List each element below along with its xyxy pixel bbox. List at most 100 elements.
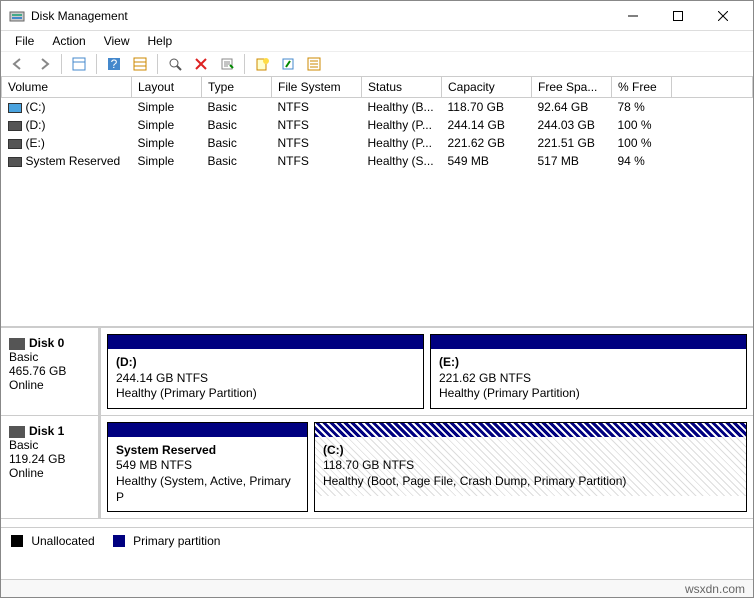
col-layout[interactable]: Layout bbox=[132, 77, 202, 98]
cell-volume: (E:) bbox=[26, 136, 45, 150]
new-button[interactable] bbox=[251, 53, 273, 75]
partition-label: (E:) bbox=[439, 355, 738, 371]
partition[interactable]: (E:)221.62 GB NTFSHealthy (Primary Parti… bbox=[430, 334, 747, 409]
partition-sub: 549 MB NTFS bbox=[116, 458, 299, 474]
drive-icon bbox=[8, 121, 22, 131]
cell-volume: (D:) bbox=[26, 118, 46, 132]
cell-free: 221.51 GB bbox=[532, 134, 612, 152]
forward-button[interactable] bbox=[33, 53, 55, 75]
wizard-button[interactable] bbox=[277, 53, 299, 75]
minimize-button[interactable] bbox=[610, 2, 655, 30]
menu-help[interactable]: Help bbox=[140, 32, 181, 50]
cell-status: Healthy (B... bbox=[362, 98, 442, 117]
partition[interactable]: System Reserved549 MB NTFSHealthy (Syste… bbox=[107, 422, 308, 512]
help-button[interactable]: ? bbox=[103, 53, 125, 75]
partition-desc: Healthy (Primary Partition) bbox=[439, 386, 738, 402]
cell-fs: NTFS bbox=[272, 134, 362, 152]
cell-pct: 94 % bbox=[612, 152, 672, 170]
disk-icon bbox=[9, 338, 25, 350]
cell-type: Basic bbox=[202, 98, 272, 117]
partition-sub: 221.62 GB NTFS bbox=[439, 371, 738, 387]
menu-view[interactable]: View bbox=[96, 32, 138, 50]
drive-icon bbox=[8, 139, 22, 149]
rescan-button[interactable] bbox=[164, 53, 186, 75]
volume-list[interactable]: Volume Layout Type File System Status Ca… bbox=[1, 77, 753, 327]
col-status[interactable]: Status bbox=[362, 77, 442, 98]
disk-size: 119.24 GB bbox=[9, 452, 90, 466]
table-row[interactable]: (E:)SimpleBasicNTFSHealthy (P...221.62 G… bbox=[2, 134, 753, 152]
status-bar: wsxdn.com bbox=[1, 579, 753, 597]
cell-fs: NTFS bbox=[272, 98, 362, 117]
partition[interactable]: (D:)244.14 GB NTFSHealthy (Primary Parti… bbox=[107, 334, 424, 409]
legend-unallocated: Unallocated bbox=[11, 534, 95, 548]
partition-label: (C:) bbox=[323, 443, 738, 459]
status-text: wsxdn.com bbox=[685, 582, 745, 596]
partition-cap bbox=[108, 335, 423, 349]
back-button[interactable] bbox=[7, 53, 29, 75]
cell-volume: (C:) bbox=[26, 100, 46, 114]
cell-pct: 100 % bbox=[612, 134, 672, 152]
disk-header[interactable]: Disk 1Basic119.24 GBOnline bbox=[1, 416, 101, 518]
cell-pct: 100 % bbox=[612, 116, 672, 134]
drive-icon bbox=[8, 103, 22, 113]
col-volume[interactable]: Volume bbox=[2, 77, 132, 98]
table-row[interactable]: (C:) SimpleBasicNTFSHealthy (B...118.70 G… bbox=[2, 98, 753, 117]
menu-action[interactable]: Action bbox=[44, 32, 93, 50]
delete-button[interactable] bbox=[190, 53, 212, 75]
partition-label: (D:) bbox=[116, 355, 415, 371]
cell-layout: Simple bbox=[132, 98, 202, 117]
disk-state: Online bbox=[9, 378, 90, 392]
partition-cap bbox=[431, 335, 746, 349]
disk-state: Online bbox=[9, 466, 90, 480]
table-row[interactable]: (D:)SimpleBasicNTFSHealthy (P...244.14 G… bbox=[2, 116, 753, 134]
cell-capacity: 118.70 GB bbox=[442, 98, 532, 117]
svg-text:?: ? bbox=[111, 57, 118, 71]
table-row[interactable]: System ReservedSimpleBasicNTFSHealthy (S… bbox=[2, 152, 753, 170]
col-empty[interactable] bbox=[672, 77, 753, 98]
partition-cap bbox=[108, 423, 307, 437]
disk-row: Disk 0Basic465.76 GBOnline(D:)244.14 GB … bbox=[1, 328, 753, 416]
disk-graphical-view[interactable]: Disk 0Basic465.76 GBOnline(D:)244.14 GB … bbox=[1, 327, 753, 527]
disk-type: Basic bbox=[9, 350, 90, 364]
cell-layout: Simple bbox=[132, 116, 202, 134]
col-free[interactable]: Free Spa... bbox=[532, 77, 612, 98]
disk-name: Disk 1 bbox=[29, 424, 64, 438]
app-icon bbox=[9, 8, 25, 24]
cell-capacity: 221.62 GB bbox=[442, 134, 532, 152]
cell-status: Healthy (P... bbox=[362, 134, 442, 152]
title-bar: Disk Management bbox=[1, 1, 753, 31]
legend: Unallocated Primary partition bbox=[1, 527, 753, 553]
partition[interactable]: (C:)118.70 GB NTFSHealthy (Boot, Page Fi… bbox=[314, 422, 747, 512]
list-button[interactable] bbox=[303, 53, 325, 75]
disk-name: Disk 0 bbox=[29, 336, 64, 350]
col-pct[interactable]: % Free bbox=[612, 77, 672, 98]
partition-label: System Reserved bbox=[116, 443, 299, 459]
disk-header[interactable]: Disk 0Basic465.76 GBOnline bbox=[1, 328, 101, 415]
maximize-button[interactable] bbox=[655, 2, 700, 30]
close-button[interactable] bbox=[700, 2, 745, 30]
menu-file[interactable]: File bbox=[7, 32, 42, 50]
cell-free: 517 MB bbox=[532, 152, 612, 170]
settings-button[interactable] bbox=[129, 53, 151, 75]
partition-sub: 118.70 GB NTFS bbox=[323, 458, 738, 474]
cell-status: Healthy (S... bbox=[362, 152, 442, 170]
cell-layout: Simple bbox=[132, 152, 202, 170]
primary-swatch bbox=[113, 535, 125, 547]
properties-button[interactable] bbox=[216, 53, 238, 75]
col-type[interactable]: Type bbox=[202, 77, 272, 98]
cell-status: Healthy (P... bbox=[362, 116, 442, 134]
disk-type: Basic bbox=[9, 438, 90, 452]
col-capacity[interactable]: Capacity bbox=[442, 77, 532, 98]
unallocated-swatch bbox=[11, 535, 23, 547]
disk-icon bbox=[9, 426, 25, 438]
table-header-row: Volume Layout Type File System Status Ca… bbox=[2, 77, 753, 98]
cell-volume: System Reserved bbox=[26, 154, 121, 168]
cell-fs: NTFS bbox=[272, 116, 362, 134]
cell-pct: 78 % bbox=[612, 98, 672, 117]
disk-row: Disk 1Basic119.24 GBOnlineSystem Reserve… bbox=[1, 416, 753, 519]
show-hide-button[interactable] bbox=[68, 53, 90, 75]
partition-cap bbox=[315, 423, 746, 437]
col-fs[interactable]: File System bbox=[272, 77, 362, 98]
cell-free: 244.03 GB bbox=[532, 116, 612, 134]
menu-bar: File Action View Help bbox=[1, 31, 753, 51]
